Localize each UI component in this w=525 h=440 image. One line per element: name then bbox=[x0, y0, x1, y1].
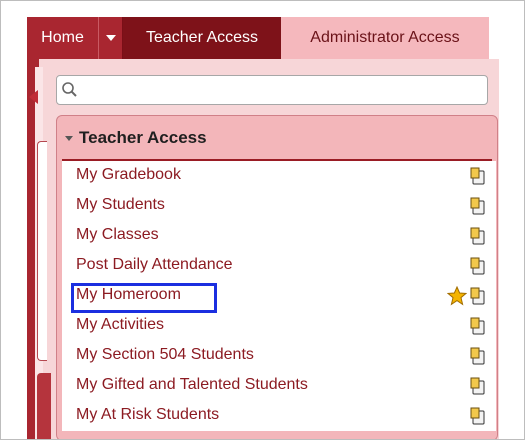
collapse-menu-arrow-icon[interactable] bbox=[29, 90, 38, 104]
menu-item-my-gradebook[interactable]: My Gradebook bbox=[62, 161, 496, 191]
star-icon[interactable] bbox=[447, 286, 467, 306]
caret-down-icon bbox=[65, 135, 73, 141]
menu-item-label[interactable]: My Activities bbox=[76, 316, 164, 334]
highlight-annotation bbox=[71, 283, 217, 313]
menu-item-my-section-504-students[interactable]: My Section 504 Students bbox=[62, 341, 496, 371]
menu-item-my-activities[interactable]: My Activities bbox=[62, 311, 496, 341]
menu-item-my-classes[interactable]: My Classes bbox=[62, 221, 496, 251]
menu-item-label[interactable]: My Section 504 Students bbox=[76, 346, 254, 364]
menu-item-label[interactable]: My Gradebook bbox=[76, 166, 181, 184]
chevron-down-icon bbox=[105, 35, 116, 41]
menu-item-label[interactable]: Post Daily Attendance bbox=[76, 256, 233, 274]
top-nav: Home Teacher Access Administrator Access bbox=[27, 17, 489, 59]
clipboard-icon[interactable] bbox=[470, 257, 486, 275]
clipboard-icon[interactable] bbox=[470, 377, 486, 395]
clipboard-icon[interactable] bbox=[470, 347, 486, 365]
clipboard-icon[interactable] bbox=[470, 227, 486, 245]
panel-header[interactable]: Teacher Access bbox=[65, 126, 207, 150]
panel-title: Teacher Access bbox=[79, 128, 207, 147]
tab-administrator-access[interactable]: Administrator Access bbox=[281, 17, 489, 59]
clipboard-icon[interactable] bbox=[470, 407, 486, 425]
clipboard-icon[interactable] bbox=[470, 317, 486, 335]
clipboard-icon[interactable] bbox=[470, 287, 486, 305]
menu-item-label[interactable]: My Gifted and Talented Students bbox=[76, 376, 308, 394]
tab-teacher-access[interactable]: Teacher Access bbox=[123, 17, 281, 59]
home-dropdown-button[interactable] bbox=[99, 17, 123, 59]
search-icon bbox=[62, 82, 77, 97]
tab-home[interactable]: Home bbox=[27, 17, 99, 59]
menu-item-my-students[interactable]: My Students bbox=[62, 191, 496, 221]
background-panel-edge bbox=[37, 141, 47, 361]
app-frame: Home Teacher Access Administrator Access… bbox=[0, 0, 525, 440]
menu-item-label[interactable]: My Students bbox=[76, 196, 165, 214]
menu-item-my-gifted-and-talented-students[interactable]: My Gifted and Talented Students bbox=[62, 371, 496, 401]
menu-item-label[interactable]: My Classes bbox=[76, 226, 159, 244]
menu-item-my-at-risk-students[interactable]: My At Risk Students bbox=[62, 401, 496, 431]
background-panel-edge-2 bbox=[37, 373, 51, 439]
clipboard-icon[interactable] bbox=[470, 197, 486, 215]
menu-item-label[interactable]: My At Risk Students bbox=[76, 406, 219, 424]
menu-item-post-daily-attendance[interactable]: Post Daily Attendance bbox=[62, 251, 496, 281]
clipboard-icon[interactable] bbox=[470, 167, 486, 185]
search-input[interactable] bbox=[56, 75, 488, 105]
